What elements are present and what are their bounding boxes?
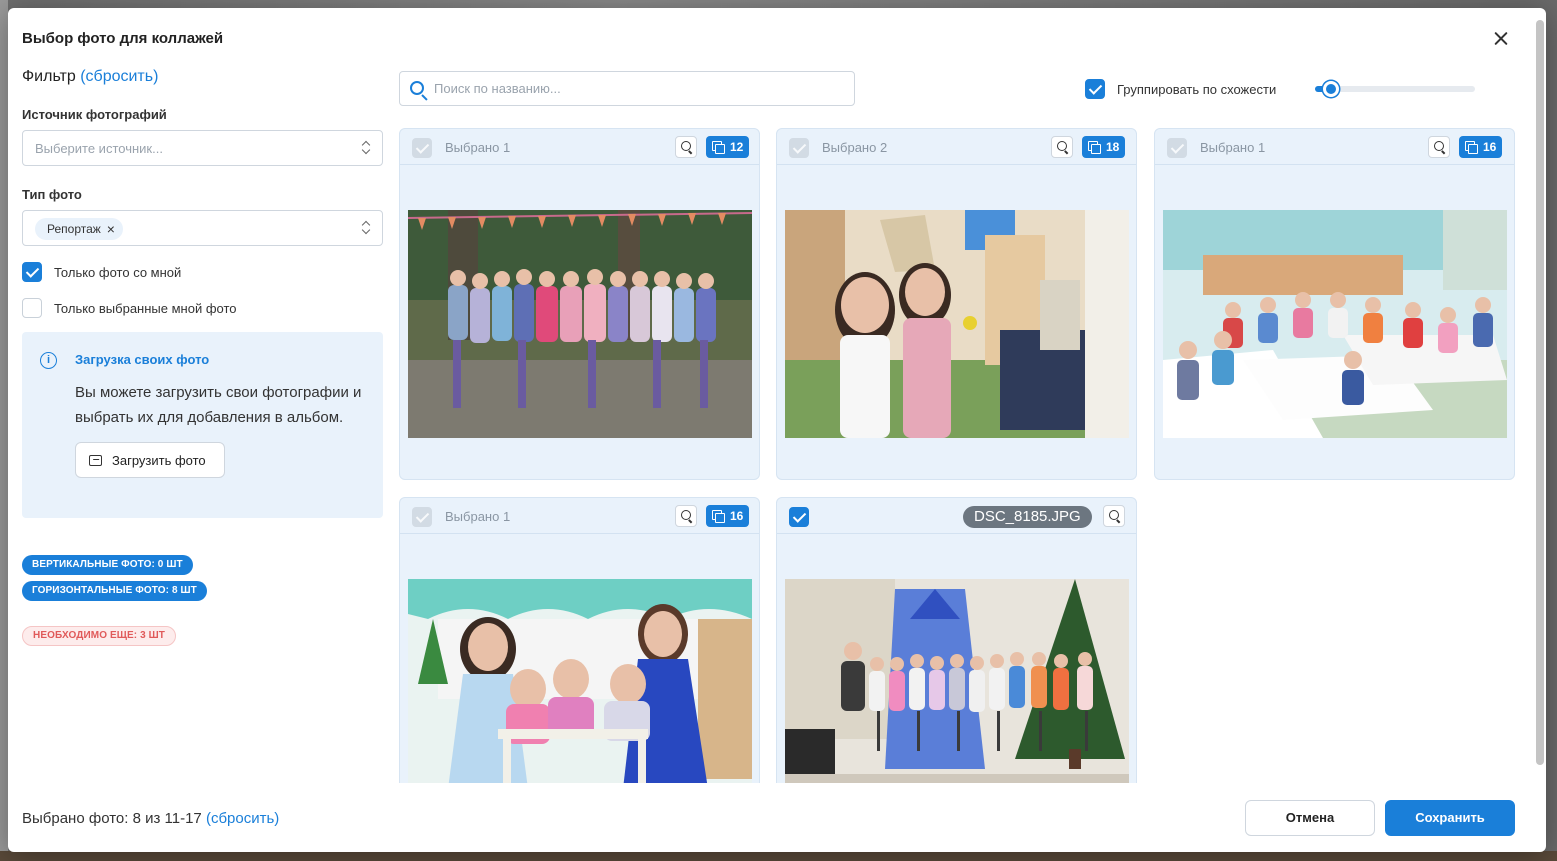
selection-reset-link[interactable]: (сбросить) <box>206 810 279 827</box>
search-icon <box>410 81 424 95</box>
checkbox-disabled-icon[interactable] <box>412 507 432 527</box>
source-label: Источник фотографий <box>22 107 167 122</box>
save-button[interactable]: Сохранить <box>1385 800 1515 836</box>
filter-reset-link[interactable]: (сбросить) <box>80 68 158 85</box>
needed-count-badge: НЕОБХОДИМО ЕЩЕ: 3 ШТ <box>22 626 176 646</box>
search-box <box>399 71 855 106</box>
only-with-me-label: Только фото со мной <box>54 264 182 280</box>
zoom-in-icon[interactable] <box>675 136 697 158</box>
group-count-button[interactable]: 16 <box>1459 136 1503 158</box>
filter-header: Фильтр (сбросить) <box>22 68 383 86</box>
chip-remove-icon[interactable]: × <box>107 221 115 237</box>
cancel-button[interactable]: Отмена <box>1245 800 1375 836</box>
selected-count-label: Выбрано 1 <box>445 140 511 155</box>
checkbox-disabled-icon[interactable] <box>1167 138 1187 158</box>
group-count-button[interactable]: 18 <box>1082 136 1126 158</box>
checkbox-checked-icon[interactable] <box>789 507 809 527</box>
checkbox-unchecked-icon[interactable] <box>22 298 42 318</box>
source-placeholder: Выберите источник... <box>35 141 163 156</box>
filter-panel: Фильтр (сбросить) Источник фотографий Вы… <box>22 68 383 651</box>
photo-card[interactable]: DSC_8185.JPG <box>776 497 1137 783</box>
card-header: Выбрано 1 12 <box>400 129 759 165</box>
photo-thumbnail[interactable] <box>785 579 1129 783</box>
selected-count-label: Выбрано 1 <box>445 509 511 524</box>
stats-badges: ВЕРТИКАЛЬНЫЕ ФОТО: 0 ШТ ГОРИЗОНТАЛЬНЫЕ Ф… <box>22 554 383 651</box>
group-by-similarity-label: Группировать по схожести <box>1117 81 1277 97</box>
zoom-in-icon[interactable] <box>1051 136 1073 158</box>
card-header: Выбрано 1 16 <box>400 498 759 534</box>
close-icon[interactable] <box>1490 28 1512 50</box>
group-by-similarity-checkbox[interactable]: Группировать по схожести <box>1085 79 1276 99</box>
upload-photo-button[interactable]: Загрузить фото <box>75 442 225 478</box>
scrollbar-thumb[interactable] <box>1536 20 1544 765</box>
photo-thumbnail[interactable] <box>408 579 752 783</box>
chip-label: Репортаж <box>47 222 101 236</box>
photo-thumbnail[interactable] <box>1163 210 1507 438</box>
card-header: Выбрано 1 16 <box>1155 129 1514 165</box>
only-selected-checkbox[interactable]: Только выбранные мной фото <box>22 298 383 318</box>
backdrop-edge <box>0 0 8 861</box>
photo-thumbnail[interactable] <box>408 210 752 438</box>
chevron-up-down-icon <box>362 221 370 235</box>
only-with-me-checkbox[interactable]: Только фото со мной <box>22 262 383 282</box>
group-count-button[interactable]: 12 <box>706 136 750 158</box>
zoom-in-icon[interactable] <box>1428 136 1450 158</box>
checkbox-checked-icon[interactable] <box>22 262 42 282</box>
upload-title: Загрузка своих фото <box>75 352 210 367</box>
selected-count-label: Выбрано 1 <box>1200 140 1266 155</box>
filter-heading: Фильтр <box>22 68 76 85</box>
chevron-up-down-icon <box>362 141 370 155</box>
filename-badge: DSC_8185.JPG <box>963 506 1092 528</box>
checkbox-checked-icon[interactable] <box>1085 79 1105 99</box>
upload-info-box: i Загрузка своих фото Вы можете загрузит… <box>22 332 383 518</box>
search-input[interactable] <box>434 72 844 105</box>
card-header: Выбрано 2 18 <box>777 129 1136 165</box>
photo-group-card[interactable]: Выбрано 1 16 <box>1154 128 1515 480</box>
photo-type-select[interactable]: Репортаж × <box>22 210 383 246</box>
selection-summary: Выбрано фото: 8 из 11-17 (сбросить) <box>22 810 279 827</box>
horizontal-count-badge: ГОРИЗОНТАЛЬНЫЕ ФОТО: 8 ШТ <box>22 581 207 601</box>
photo-group-card[interactable]: Выбрано 1 12 <box>399 128 760 480</box>
dialog-scrollbar[interactable] <box>1536 20 1544 840</box>
image-icon <box>89 454 102 466</box>
selection-summary-text: Выбрано фото: 8 из 11-17 <box>22 810 202 827</box>
checkbox-disabled-icon[interactable] <box>412 138 432 158</box>
photo-thumbnail[interactable] <box>785 210 1129 438</box>
card-header: DSC_8185.JPG <box>777 498 1136 534</box>
photo-group-card[interactable]: Выбрано 2 18 <box>776 128 1137 480</box>
source-select[interactable]: Выберите источник... <box>22 130 383 166</box>
upload-text: Вы можете загрузить свои фотографии и вы… <box>75 384 362 426</box>
slider-knob[interactable] <box>1323 81 1339 97</box>
photo-grid: Выбрано 1 12 Выбрано 2 18 Выбрано 1 16 В… <box>399 128 1516 783</box>
group-count-button[interactable]: 16 <box>706 505 750 527</box>
similarity-slider[interactable] <box>1315 81 1475 97</box>
dialog-title: Выбор фото для коллажей <box>22 30 224 47</box>
collage-photo-dialog: Выбор фото для коллажей Фильтр (сбросить… <box>8 8 1546 852</box>
vertical-count-badge: ВЕРТИКАЛЬНЫЕ ФОТО: 0 ШТ <box>22 555 193 575</box>
backdrop-band <box>0 851 1557 861</box>
zoom-in-icon[interactable] <box>675 505 697 527</box>
checkbox-disabled-icon[interactable] <box>789 138 809 158</box>
photo-type-chip: Репортаж × <box>35 218 123 240</box>
only-selected-label: Только выбранные мной фото <box>54 300 237 316</box>
info-icon: i <box>40 352 57 369</box>
zoom-in-icon[interactable] <box>1103 505 1125 527</box>
selected-count-label: Выбрано 2 <box>822 140 888 155</box>
photo-group-card[interactable]: Выбрано 1 16 <box>399 497 760 783</box>
upload-button-label: Загрузить фото <box>112 452 206 468</box>
photo-type-label: Тип фото <box>22 187 82 202</box>
